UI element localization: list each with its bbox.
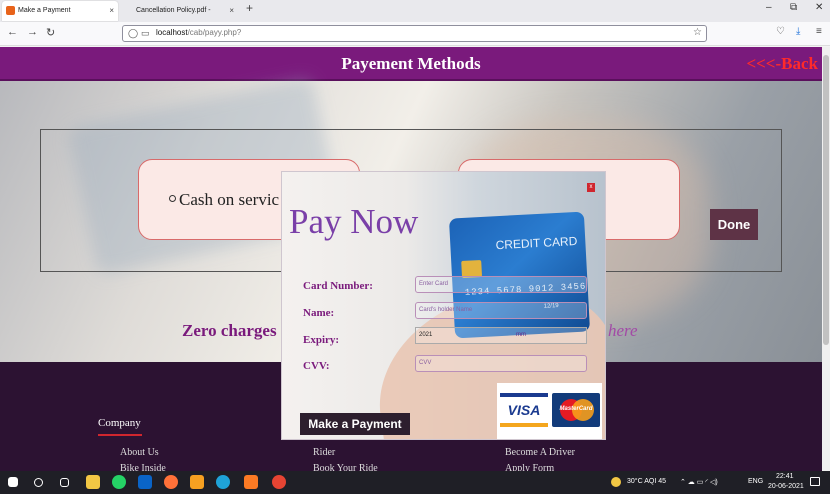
footer-link-rider[interactable]: Rider — [313, 447, 335, 458]
card-logos: VISA MasterCard — [497, 383, 602, 439]
cash-option-text: Cash on servic — [179, 190, 280, 209]
mastercard-text: MasterCard — [559, 406, 593, 412]
url-host: localhost — [156, 28, 188, 37]
footer-link-book[interactable]: Book Your Ride — [313, 463, 378, 471]
mastercard-logo: MasterCard — [552, 393, 600, 427]
here-link[interactable]: here — [608, 321, 638, 341]
expiry-year: 2021 — [419, 332, 433, 338]
card-holder-name-input[interactable]: Card's holder Name — [415, 302, 587, 319]
firefox-icon[interactable] — [164, 475, 178, 489]
url-text: localhost/cab/payy.php? — [156, 28, 241, 37]
cash-option-label: Cash on servic — [169, 190, 279, 210]
notification-icon[interactable] — [810, 477, 820, 486]
windows-taskbar: 30°C AQI 45 ⌃ ☁ ▭ ◜ ◁) ENG 22:41 20-06-2… — [0, 471, 830, 494]
task-view-icon[interactable] — [60, 478, 69, 487]
done-button[interactable]: Done — [710, 209, 758, 240]
credit-card-image: CREDIT CARD 1234 5678 9012 3456 12/19 — [448, 211, 591, 339]
file-explorer-icon[interactable] — [86, 475, 100, 489]
xampp-favicon-icon — [6, 6, 15, 15]
footer-link-apply[interactable]: Apply Form — [505, 463, 554, 471]
tab-make-a-payment[interactable]: Make a Payment × — [2, 1, 118, 21]
mail-icon[interactable] — [138, 475, 152, 489]
expiry-month[interactable]: mm — [516, 328, 526, 343]
name-label: Name: — [303, 307, 335, 319]
cvv-input[interactable]: CVV — [415, 355, 587, 372]
scrollbar-thumb[interactable] — [823, 55, 829, 345]
page-icon: ▭ — [141, 28, 150, 38]
close-tab-icon[interactable]: × — [109, 1, 114, 21]
whatsapp-icon[interactable] — [112, 475, 126, 489]
forward-arrow-icon[interactable]: → — [27, 26, 38, 38]
cvv-label: CVV: — [303, 360, 330, 372]
url-path: /cab/payy.php? — [187, 28, 242, 37]
heading-underline — [98, 434, 142, 436]
sublime-icon[interactable] — [190, 475, 204, 489]
clock-time[interactable]: 22:41 — [776, 473, 794, 480]
chrome-icon[interactable] — [272, 475, 286, 489]
close-tab-icon[interactable]: × — [229, 1, 234, 21]
language-indicator[interactable]: ENG — [748, 478, 763, 485]
shield-icon[interactable]: ◯ — [128, 28, 138, 39]
page-scrollbar[interactable] — [822, 47, 830, 471]
footer-link-about[interactable]: About Us — [120, 447, 159, 458]
system-tray-icons[interactable]: ⌃ ☁ ▭ ◜ ◁) — [680, 478, 718, 486]
expiry-input[interactable]: 2021 mm — [415, 327, 587, 344]
page-header: Payement Methods <<<-Back — [0, 47, 822, 81]
restore-icon[interactable]: ⧉ — [790, 2, 797, 13]
edge-icon[interactable] — [216, 475, 230, 489]
close-modal-button[interactable]: x — [587, 183, 595, 192]
company-heading: Company — [98, 417, 141, 429]
card-number-label: Card Number: — [303, 280, 373, 292]
weather-icon — [611, 477, 621, 487]
new-tab-button[interactable]: + — [246, 1, 253, 15]
menu-icon[interactable]: ≡ — [816, 26, 822, 37]
search-icon[interactable] — [34, 478, 43, 487]
page-content: Payement Methods <<<-Back Cash on servic… — [0, 47, 822, 471]
visa-logo: VISA — [500, 393, 548, 427]
zero-charges-text: Zero charges — [182, 321, 277, 340]
address-bar[interactable]: ◯ ▭ localhost/cab/payy.php? ☆ — [122, 25, 707, 42]
pay-now-modal: CREDIT CARD 1234 5678 9012 3456 12/19 x … — [281, 171, 606, 440]
browser-nav-bar: ← → ↻ ◯ ▭ localhost/cab/payy.php? ☆ ♡ ⤓ … — [0, 22, 830, 46]
tab-label: Make a Payment — [18, 7, 71, 14]
make-payment-button[interactable]: Make a Payment — [300, 413, 410, 435]
back-arrow-icon[interactable]: ← — [7, 26, 18, 38]
expiry-label: Expiry: — [303, 334, 340, 346]
credit-card-brand: CREDIT CARD — [495, 233, 578, 253]
page-title: Payement Methods — [341, 54, 481, 73]
tab-cancellation-policy[interactable]: Cancellation Policy.pdf - Cancellati × — [120, 1, 238, 34]
weather-text[interactable]: 30°C AQI 45 — [627, 478, 666, 485]
reload-icon[interactable]: ↻ — [46, 26, 55, 39]
xampp-icon[interactable] — [244, 475, 258, 489]
radio-icon[interactable] — [169, 195, 176, 202]
start-icon[interactable] — [8, 477, 18, 487]
browser-tab-bar: Make a Payment × Cancellation Policy.pdf… — [0, 0, 830, 34]
modal-title: Pay Now — [289, 202, 419, 241]
footer-link-bike[interactable]: Bike Inside — [120, 463, 166, 471]
card-number-input[interactable]: Enter Card — [415, 276, 587, 293]
clock-date[interactable]: 20-06-2021 — [768, 483, 804, 490]
download-icon[interactable]: ⤓ — [796, 26, 800, 37]
minimize-icon[interactable]: – — [766, 2, 772, 13]
bookmark-star-icon[interactable]: ☆ — [693, 27, 702, 38]
back-link[interactable]: <<<-Back — [746, 54, 818, 74]
footer-link-driver[interactable]: Become A Driver — [505, 447, 575, 458]
pocket-icon[interactable]: ♡ — [776, 26, 785, 37]
close-window-icon[interactable]: ✕ — [815, 2, 823, 13]
